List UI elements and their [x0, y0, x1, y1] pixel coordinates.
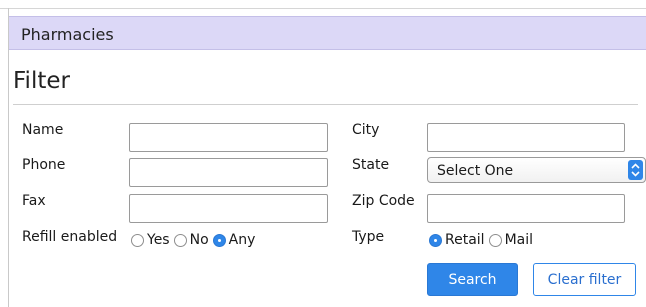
refill-any-label: Any — [228, 232, 256, 248]
refill-enabled-radio-group: Yes No Any — [131, 232, 259, 248]
refill-yes-option[interactable]: Yes — [131, 232, 170, 248]
panel-header: Pharmacies — [9, 16, 646, 50]
name-input[interactable] — [129, 123, 328, 152]
refill-any-radio[interactable] — [212, 233, 226, 247]
city-label: City — [352, 122, 380, 138]
type-retail-radio[interactable] — [429, 233, 442, 247]
refill-enabled-label: Refill enabled — [22, 229, 118, 245]
phone-input[interactable] — [129, 158, 328, 187]
refill-no-radio[interactable] — [173, 233, 187, 247]
type-mail-option[interactable]: Mail — [488, 232, 533, 248]
clear-filter-button[interactable]: Clear filter — [533, 263, 636, 296]
refill-yes-label: Yes — [147, 232, 170, 248]
type-radio-group: Retail Mail — [429, 232, 537, 248]
refill-yes-radio[interactable] — [131, 233, 144, 247]
fax-input[interactable] — [129, 194, 328, 223]
refill-no-option[interactable]: No — [173, 232, 209, 248]
zip-code-label: Zip Code — [352, 193, 415, 209]
filter-heading: Filter — [13, 68, 70, 94]
zip-code-input[interactable] — [427, 194, 625, 223]
filter-divider — [13, 104, 638, 105]
state-select[interactable]: Select One — [427, 157, 646, 183]
refill-any-option[interactable]: Any — [212, 232, 256, 248]
type-retail-label: Retail — [445, 232, 485, 248]
panel-title: Pharmacies — [21, 25, 114, 44]
state-label: State — [352, 157, 390, 173]
search-button[interactable]: Search — [427, 263, 518, 296]
type-label: Type — [352, 229, 385, 245]
state-select-value: Select One — [437, 163, 514, 179]
fax-label: Fax — [22, 193, 46, 209]
select-arrows-icon[interactable] — [628, 160, 643, 180]
name-label: Name — [22, 122, 64, 138]
phone-label: Phone — [22, 157, 66, 173]
type-mail-label: Mail — [504, 232, 533, 248]
refill-no-label: No — [189, 232, 209, 248]
type-retail-option[interactable]: Retail — [429, 232, 485, 248]
type-mail-radio[interactable] — [488, 233, 502, 247]
city-input[interactable] — [427, 123, 625, 152]
